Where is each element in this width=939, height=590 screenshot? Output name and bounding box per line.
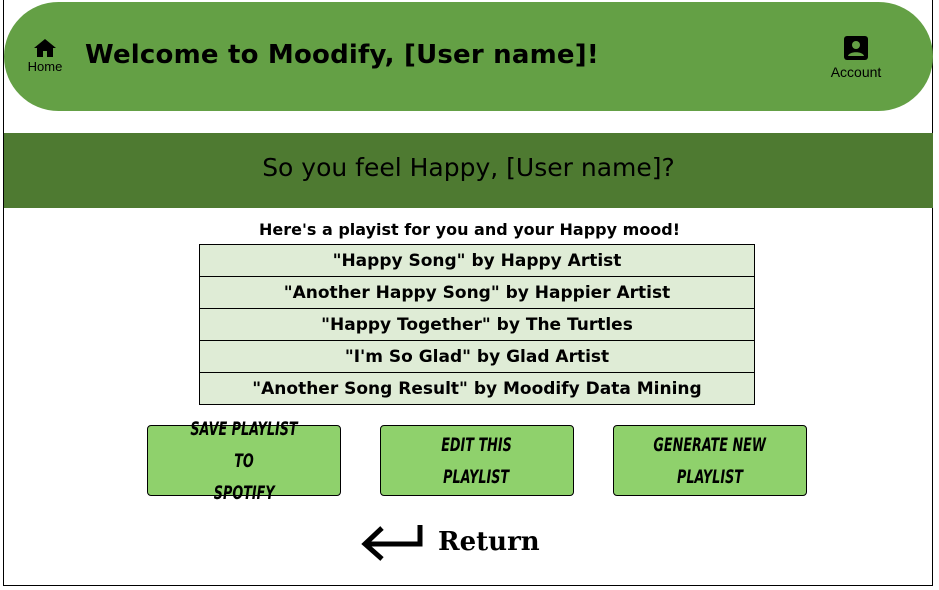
return-button[interactable]: Return [360,520,540,564]
return-arrow-icon [361,525,423,561]
save-to-spotify-button[interactable]: SAVE PLAYLIST TO SPOTIFY [147,418,341,504]
edit-button-label-line2: PLAYLIST [443,465,510,488]
generate-button-label-line2: PLAYLIST [676,465,743,488]
account-label: Account [830,64,882,80]
generate-button-label-line1: GENERATE NEW [653,433,767,456]
playlist-song: "Another Happy Song" by Happier Artist [200,277,754,309]
playlist-song: "Another Song Result" by Moodify Data Mi… [200,373,754,404]
welcome-title: Welcome to Moodify, [User name]! [85,40,599,70]
edit-playlist-button[interactable]: EDIT THIS PLAYLIST [380,425,574,496]
mood-band: So you feel Happy, [User name]? [4,133,933,208]
home-label: Home [27,59,63,74]
playlist-song: "Happy Together" by The Turtles [200,309,754,341]
return-label: Return [438,527,540,557]
home-button[interactable]: Home [24,38,66,74]
playlist-intro: Here's a playist for you and your Happy … [258,220,681,239]
save-button-label-line2: SPOTIFY [213,481,275,504]
account-icon [844,36,868,60]
header-bar: Home Welcome to Moodify, [User name]! Ac… [4,2,933,111]
save-button-label-line1: SAVE PLAYLIST TO [190,417,298,472]
account-button[interactable]: Account [824,36,888,80]
home-icon [34,39,56,57]
playlist-song: "I'm So Glad" by Glad Artist [200,341,754,373]
generate-playlist-button[interactable]: GENERATE NEW PLAYLIST [613,425,807,496]
playlist-table: "Happy Song" by Happy Artist "Another Ha… [199,244,755,405]
playlist-song: "Happy Song" by Happy Artist [200,245,754,277]
mood-question: So you feel Happy, [User name]? [262,153,675,182]
edit-button-label-line1: EDIT THIS [441,433,513,456]
